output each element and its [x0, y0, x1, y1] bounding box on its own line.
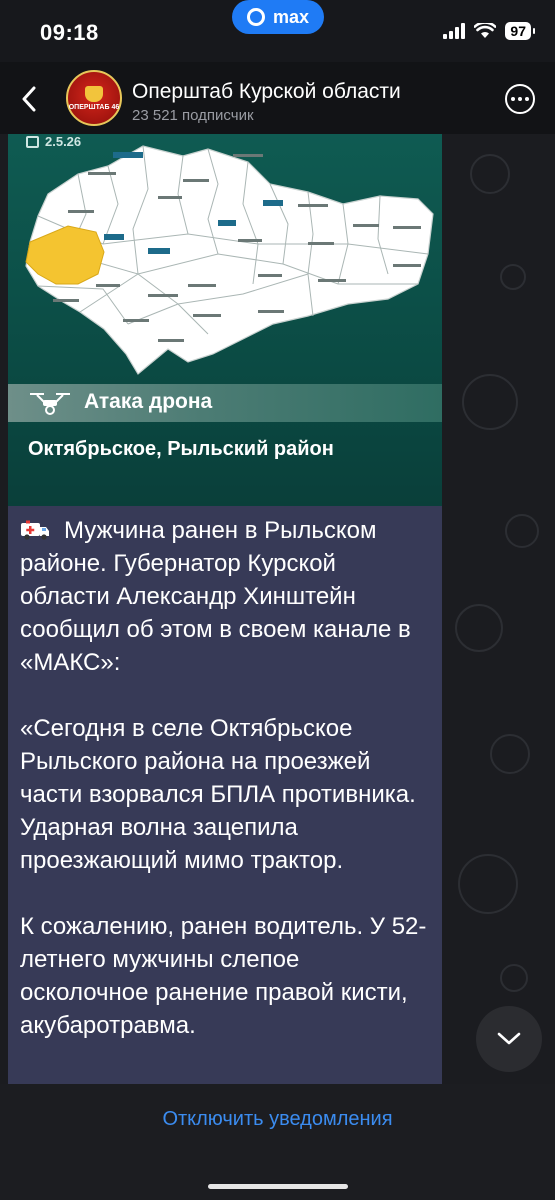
more-options-button[interactable] — [505, 84, 535, 114]
screen: 09:18 max 97 ОПЕРШТАБ 46 Оперштаб Курско… — [0, 0, 555, 1200]
message-paragraph-1: Мужчина ранен в Рыльском районе. Губерна… — [20, 514, 432, 679]
status-time: 09:18 — [40, 20, 99, 45]
chat-header: ОПЕРШТАБ 46 Оперштаб Курской области 23 … — [0, 62, 555, 134]
map-date-text: 2.5.26 — [45, 134, 82, 149]
back-button[interactable] — [14, 82, 44, 116]
bottom-bar: Отключить уведомления — [0, 1084, 555, 1200]
message-paragraph-1-text: Мужчина ранен в Рыльском районе. Губерна… — [20, 517, 411, 676]
max-logo-icon — [246, 8, 265, 26]
subscriber-count: 23 521 подписчик — [132, 107, 254, 124]
battery-indicator: 97 — [505, 22, 535, 40]
attack-type-band: Атака дрона — [8, 384, 442, 422]
attack-location: Октябрьское, Рыльский район — [28, 438, 334, 460]
channel-title[interactable]: Оперштаб Курской области — [132, 80, 401, 104]
status-indicators: 97 — [443, 22, 535, 40]
attack-type: Атака дрона — [84, 390, 213, 413]
ambulance-icon — [20, 516, 50, 540]
chevron-down-icon — [497, 1032, 521, 1045]
message-paragraph-2: «Сегодня в селе Октябрьское Рыльского ра… — [20, 715, 416, 874]
wifi-icon — [474, 23, 497, 38]
message-text: Мужчина ранен в Рыльском районе. Губерна… — [20, 514, 432, 1075]
channel-avatar[interactable]: ОПЕРШТАБ 46 — [66, 70, 122, 126]
max-pill-label: max — [272, 6, 310, 27]
mute-notifications-button[interactable]: Отключить уведомления — [0, 1108, 555, 1131]
channel-message[interactable]: 2.5.26 Атака дрона Октябрьское, Рыльский… — [8, 134, 442, 1084]
chevron-left-icon — [22, 86, 36, 112]
message-image-map[interactable]: 2.5.26 Атака дрона Октябрьское, Рыльский… — [8, 134, 442, 506]
cellular-signal-icon — [443, 23, 466, 39]
coat-of-arms-icon — [85, 85, 103, 102]
message-paragraph-3: К сожалению, ранен водитель. У 52-летнег… — [20, 913, 427, 1039]
scroll-down-button[interactable] — [476, 1006, 542, 1072]
drone-icon — [30, 393, 70, 415]
map-date: 2.5.26 — [26, 134, 81, 149]
status-bar: 09:18 max 97 — [0, 0, 555, 62]
calendar-icon — [26, 135, 39, 148]
home-indicator[interactable] — [208, 1184, 348, 1189]
kursk-region-map — [25, 145, 434, 375]
ellipsis-icon — [511, 97, 515, 101]
avatar-text: ОПЕРШТАБ 46 — [68, 103, 120, 111]
max-app-pill[interactable]: max — [232, 0, 324, 34]
